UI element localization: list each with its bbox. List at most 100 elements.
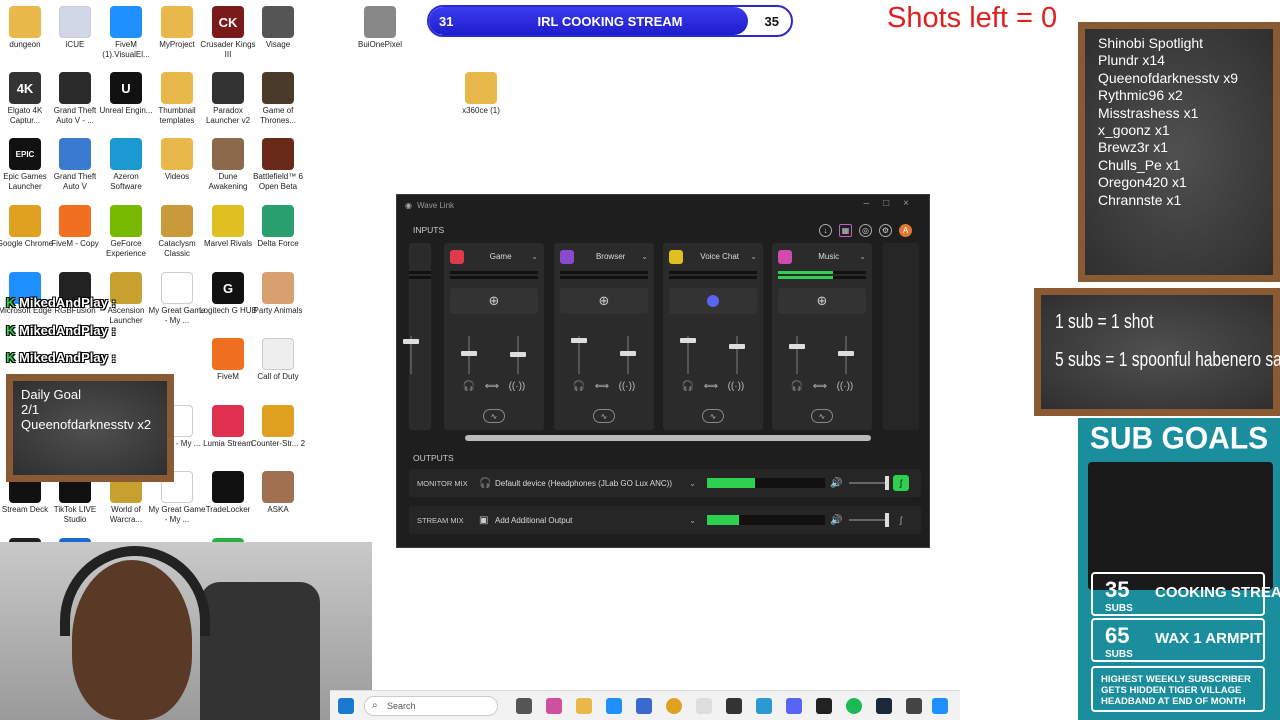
channels-scrollbar[interactable] [465,435,871,441]
desktop-icon[interactable]: U Unreal Engin... [97,72,155,116]
wave-link-window[interactable]: ◉ Wave Link –□× INPUTS ↓ ▦ ◎ ⚙ A Game ⌄ ⊕ 🎧… [396,194,930,548]
headphones-icon[interactable]: 🎧 [682,381,694,392]
monitor-device-select[interactable]: 🎧 Default device (Headphones (JLab GO Lu… [473,473,700,493]
streamdeck-icon[interactable]: ◎ [859,224,872,237]
channel-header[interactable]: Music ⌄ [778,249,866,264]
window-controls[interactable]: –□× [864,198,923,209]
channel-header[interactable]: Voice Chat ⌄ [669,249,757,264]
desktop-icon[interactable]: Azeron Software [97,138,155,192]
steam-icon[interactable] [876,698,892,714]
app-icon[interactable] [816,698,832,714]
monitor-fader[interactable] [571,336,587,374]
file-explorer-icon[interactable] [576,698,592,714]
app-icon[interactable] [756,698,772,714]
broadcast-icon[interactable]: ((·)) [509,381,526,392]
desktop-icon[interactable]: iCUE [46,6,104,50]
broadcast-icon[interactable]: ((·)) [619,381,636,392]
window-titlebar[interactable]: ◉ Wave Link [397,195,929,215]
effects-button[interactable]: ∿ [811,409,833,423]
store-icon[interactable] [636,698,652,714]
channel-strip-voice-chat[interactable]: Voice Chat ⌄ 🎧 ⟺ ((·)) ∿ [663,243,763,430]
desktop-icon[interactable]: Delta Force [249,205,307,249]
desktop-icon[interactable]: x360ce (1) [452,72,510,116]
desktop-icon[interactable]: Game of Thrones... [249,72,307,126]
stream-device-select[interactable]: ▣ Add Additional Output ⌄ [473,510,700,530]
gear-icon[interactable]: ⚙ [879,224,892,237]
channel-strip-browser[interactable]: Browser ⌄ ⊕ 🎧 ⟺ ((·)) ∿ [554,243,654,430]
chevron-down-icon[interactable]: ⌄ [859,252,866,261]
desktop-icon[interactable]: ASKA [249,471,307,515]
link-icon[interactable]: ⟺ [813,381,827,392]
notepad-icon[interactable] [696,698,712,714]
chevron-down-icon[interactable]: ⌄ [641,252,648,261]
taskbar-search[interactable]: ⌕ Search [364,696,498,716]
speaker-icon[interactable]: 🔊 [830,515,842,526]
link-icon[interactable]: ⟺ [704,381,718,392]
speaker-icon[interactable]: 🔊 [830,478,842,489]
ear-icon[interactable]: ʃ [893,475,909,491]
desktop-icon[interactable]: Visage [249,6,307,50]
channel-strip-game[interactable]: Game ⌄ ⊕ 🎧 ⟺ ((·)) ∿ [444,243,544,430]
spotify-icon[interactable] [846,698,862,714]
stream-fader[interactable] [838,336,854,374]
channel-strip-partial[interactable] [403,243,431,430]
download-icon[interactable]: ↓ [819,224,832,237]
desktop-icon[interactable]: MyProject [148,6,206,50]
link-icon[interactable]: ⟺ [485,381,499,392]
desktop-icon[interactable]: FiveM - Copy [46,205,104,249]
desktop-icon[interactable]: Videos [148,138,206,182]
desktop-icon[interactable]: My Great Game - My ... [148,272,206,326]
app-icon[interactable] [726,698,742,714]
desktop-icon[interactable]: Grand Theft Auto V [46,138,104,192]
desktop-icon[interactable]: Battlefield™ 6 Open Beta [249,138,307,192]
monitor-fader[interactable] [789,336,805,374]
broadcast-icon[interactable]: ((·)) [728,381,745,392]
desktop-icon[interactable]: Thumbnail templates [148,72,206,126]
channel-header[interactable]: Browser ⌄ [560,249,648,264]
desktop-icon[interactable]: Call of Duty [249,338,307,382]
desktop-icon[interactable]: Counter-Str... 2 [249,405,307,449]
desktop-icon[interactable]: FiveM (1).VisualEl... [97,6,155,60]
app-icon[interactable] [932,698,948,714]
monitor-fader[interactable] [680,336,696,374]
desktop-icon[interactable]: Party Animals [249,272,307,316]
effects-button[interactable]: ∿ [702,409,724,423]
channel-header[interactable]: Game ⌄ [450,249,538,264]
chevron-down-icon[interactable]: ⌄ [531,252,538,261]
add-plugin-button[interactable]: ⊕ [450,288,538,314]
maximize-icon[interactable]: □ [883,198,903,209]
stream-fader[interactable] [510,336,526,374]
effects-button[interactable]: ∿ [483,409,505,423]
copilot-icon[interactable] [546,698,562,714]
apps-icon[interactable]: ▦ [839,224,852,237]
stream-mix-row[interactable]: STREAM MIX ▣ Add Additional Output ⌄ 🔊 ʃ [409,506,921,534]
ear-icon[interactable]: ʃ [893,512,909,528]
stream-fader[interactable] [620,336,636,374]
monitor-fader[interactable] [461,336,477,374]
chevron-down-icon[interactable]: ⌄ [750,252,757,261]
app-icon[interactable] [906,698,922,714]
monitor-volume-slider[interactable] [849,482,887,484]
headphones-icon[interactable]: 🎧 [463,381,475,392]
chrome-icon[interactable] [666,698,682,714]
desktop-icon[interactable]: Cataclysm Classic [148,205,206,259]
volume-knob[interactable] [885,513,889,527]
desktop-icon[interactable]: BuiOnePixel [351,6,409,50]
discord-icon[interactable] [786,698,802,714]
broadcast-icon[interactable]: ((·)) [837,381,854,392]
headphones-icon[interactable]: 🎧 [573,381,585,392]
discord-plugin-icon[interactable] [669,288,757,314]
headphones-icon[interactable]: 🎧 [791,381,803,392]
stream-fader[interactable] [729,336,745,374]
avatar[interactable]: A [899,224,912,237]
edge-icon[interactable] [606,698,622,714]
start-icon[interactable] [338,698,354,714]
volume-knob[interactable] [885,476,889,490]
desktop-icon[interactable]: Grand Theft Auto V - ... [46,72,104,126]
monitor-mix-row[interactable]: MONITOR MIX 🎧 Default device (Headphones… [409,469,921,497]
minimize-icon[interactable]: – [864,198,884,209]
stream-volume-slider[interactable] [849,519,887,521]
add-plugin-button[interactable]: ⊕ [560,288,648,314]
add-plugin-button[interactable]: ⊕ [778,288,866,314]
close-icon[interactable]: × [903,198,923,209]
